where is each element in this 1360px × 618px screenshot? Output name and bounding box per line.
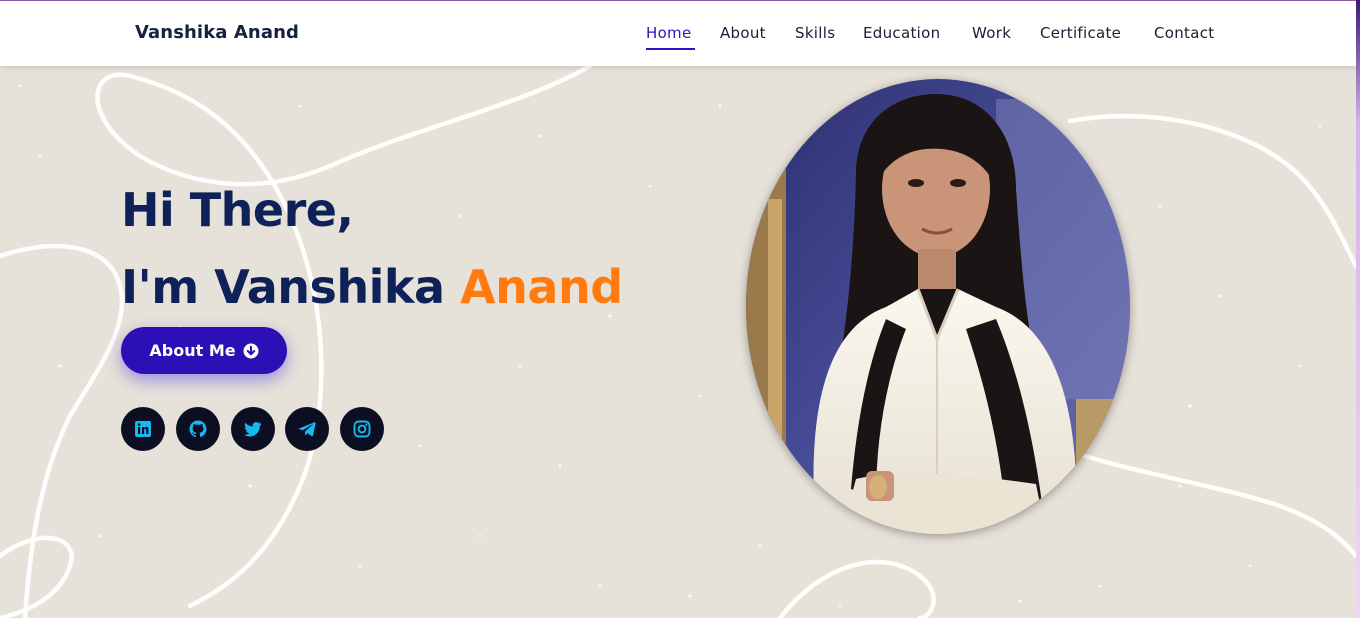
nav-link-skills[interactable]: Skills bbox=[795, 24, 835, 42]
nav-link-certificate[interactable]: Certificate bbox=[1040, 24, 1121, 42]
hero-greeting: Hi There, bbox=[121, 183, 354, 237]
hero-intro-accent: Anand bbox=[460, 260, 623, 314]
github-icon bbox=[189, 420, 207, 438]
nav-link-contact[interactable]: Contact bbox=[1154, 24, 1214, 42]
scrollbar[interactable] bbox=[1356, 0, 1360, 618]
instagram-button[interactable] bbox=[340, 407, 384, 451]
arrow-circle-down-icon bbox=[243, 343, 259, 358]
linkedin-button[interactable] bbox=[121, 407, 165, 451]
hero-heading: Hi There, I'm Vanshika Anand bbox=[121, 172, 623, 326]
profile-photo bbox=[746, 79, 1130, 534]
window-top-border bbox=[0, 0, 1360, 1]
profile-photo-illustration bbox=[746, 79, 1130, 534]
github-button[interactable] bbox=[176, 407, 220, 451]
top-navbar: Vanshika Anand Home About Skills Educati… bbox=[0, 1, 1356, 66]
hero-intro-prefix: I'm Vanshika bbox=[121, 260, 461, 314]
nav-link-work[interactable]: Work bbox=[972, 24, 1011, 42]
about-me-button-label: About Me bbox=[149, 341, 236, 360]
linkedin-icon bbox=[135, 421, 151, 437]
nav-link-about[interactable]: About bbox=[720, 24, 766, 42]
telegram-button[interactable] bbox=[285, 407, 329, 451]
telegram-icon bbox=[298, 422, 316, 437]
twitter-button[interactable] bbox=[231, 407, 275, 451]
instagram-icon bbox=[353, 420, 371, 438]
about-me-button[interactable]: About Me bbox=[121, 327, 287, 374]
active-nav-underline bbox=[646, 48, 695, 50]
social-links bbox=[121, 407, 391, 451]
nav-link-education[interactable]: Education bbox=[863, 24, 940, 42]
twitter-icon bbox=[244, 422, 262, 437]
nav-link-home[interactable]: Home bbox=[646, 24, 692, 42]
